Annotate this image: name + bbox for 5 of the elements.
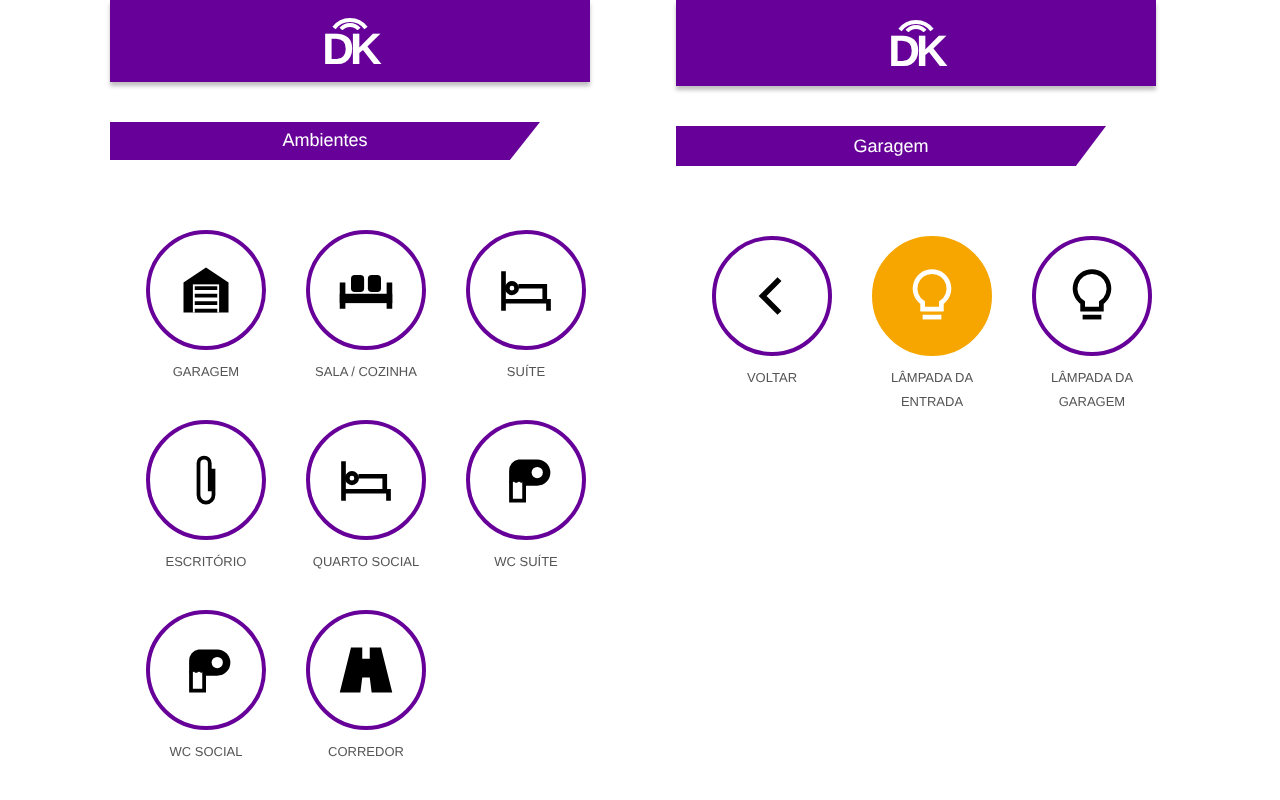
logo: DK bbox=[322, 29, 378, 70]
wifi-icon bbox=[898, 14, 934, 32]
logo: DK bbox=[888, 32, 944, 72]
section-title: Garagem bbox=[853, 136, 929, 156]
section-title: Ambientes bbox=[282, 130, 368, 151]
